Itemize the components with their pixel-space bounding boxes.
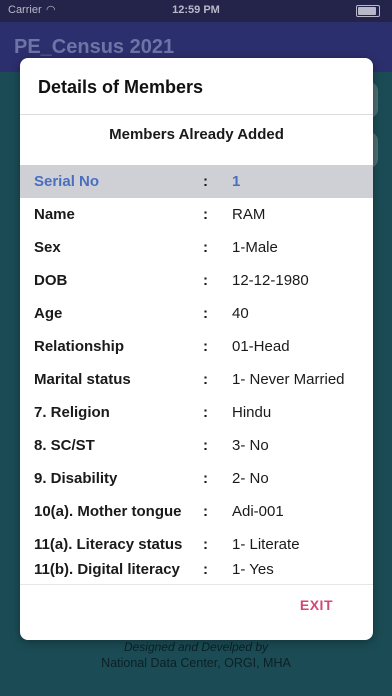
- row-label: 9. Disability: [34, 470, 118, 487]
- detail-row-digital-literacy: 11(b). Digital literacy : 1- Yes: [20, 553, 373, 585]
- row-label: Relationship: [34, 338, 125, 355]
- row-value: 40: [232, 305, 249, 322]
- row-value: 1: [232, 173, 241, 190]
- serial-row: Serial No : 1: [20, 165, 373, 198]
- row-value: RAM: [232, 206, 266, 223]
- detail-row-dob: DOB : 12-12-1980: [20, 264, 373, 297]
- detail-row-name: Name : RAM: [20, 198, 373, 231]
- row-label: Marital status: [34, 371, 131, 388]
- member-details-list[interactable]: Serial No : 1 Name : RAM Sex : 1-Male DO…: [20, 165, 373, 585]
- detail-row-religion: 7. Religion : Hindu: [20, 396, 373, 429]
- row-value: 2- No: [232, 470, 269, 487]
- row-value: 1-Male: [232, 239, 278, 256]
- member-details-dialog: Details of Members Members Already Added…: [20, 58, 373, 640]
- detail-row-mother-tongue: 10(a). Mother tongue : Adi-001: [20, 495, 373, 528]
- row-label: Age: [34, 305, 63, 322]
- detail-row-marital-status: Marital status : 1- Never Married: [20, 363, 373, 396]
- row-separator: :: [203, 305, 208, 322]
- row-separator: :: [203, 239, 208, 256]
- row-separator: :: [203, 338, 208, 355]
- row-label: 11(b). Digital literacy: [34, 561, 180, 578]
- row-label: Serial No: [34, 173, 100, 190]
- dialog-title: Details of Members: [38, 77, 204, 97]
- divider: [20, 584, 373, 585]
- footer-organization: National Data Center, ORGI, MHA: [101, 656, 291, 670]
- clock: 12:59 PM: [172, 4, 220, 16]
- row-separator: :: [203, 272, 208, 289]
- status-bar: Carrier ◠ 12:59 PM: [0, 0, 392, 22]
- row-label: Sex: [34, 239, 61, 256]
- detail-row-disability: 9. Disability : 2- No: [20, 462, 373, 495]
- row-separator: :: [203, 404, 208, 421]
- footer-credit: Designed and Develped by: [123, 640, 269, 654]
- row-separator: :: [203, 173, 208, 190]
- detail-row-age: Age : 40: [20, 297, 373, 330]
- row-label: Name: [34, 206, 75, 223]
- app-title: PE_Census 2021: [14, 36, 175, 58]
- row-separator: :: [203, 437, 208, 454]
- row-value: 3- No: [232, 437, 269, 454]
- battery-icon: [356, 5, 380, 17]
- row-separator: :: [203, 206, 208, 223]
- row-label: 7. Religion: [34, 404, 110, 421]
- detail-row-sc-st: 8. SC/ST : 3- No: [20, 429, 373, 462]
- row-separator: :: [203, 503, 208, 520]
- row-value: 12-12-1980: [232, 272, 309, 289]
- exit-button[interactable]: EXIT: [300, 597, 333, 613]
- row-label: DOB: [34, 272, 68, 289]
- row-value: 1- Never Married: [232, 371, 345, 388]
- row-label: 10(a). Mother tongue: [34, 503, 182, 520]
- row-separator: :: [203, 561, 208, 578]
- row-value: Adi-001: [232, 503, 284, 520]
- detail-row-relationship: Relationship : 01-Head: [20, 330, 373, 363]
- row-label: 8. SC/ST: [34, 437, 95, 454]
- row-value: 01-Head: [232, 338, 290, 355]
- row-value: 1- Yes: [232, 561, 274, 578]
- dialog-subtitle: Members Already Added: [109, 126, 284, 143]
- footer: Designed and Develped by National Data C…: [0, 640, 392, 670]
- divider: [20, 114, 373, 115]
- detail-row-sex: Sex : 1-Male: [20, 231, 373, 264]
- row-separator: :: [203, 470, 208, 487]
- row-value: Hindu: [232, 404, 272, 421]
- row-separator: :: [203, 371, 208, 388]
